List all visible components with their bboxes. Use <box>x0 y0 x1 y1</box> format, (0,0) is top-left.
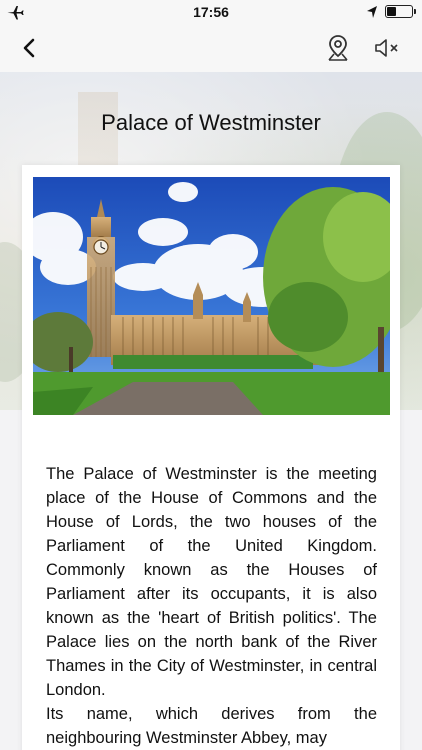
location-arrow-icon <box>367 6 377 18</box>
page-title: Palace of Westminster <box>101 110 321 135</box>
article-paragraph: The Palace of Westminster is the meeting… <box>46 465 377 699</box>
status-time: 17:56 <box>193 4 229 20</box>
article-body: The Palace of Westminster is the meeting… <box>46 462 377 750</box>
battery-icon <box>385 5 413 18</box>
speaker-muted-icon[interactable] <box>372 36 402 60</box>
battery-tip <box>414 9 416 14</box>
content-card: The Palace of Westminster is the meeting… <box>22 165 400 750</box>
map-pin-icon[interactable] <box>325 33 351 63</box>
landmark-photo <box>33 177 390 415</box>
status-bar: 17:56 <box>0 0 422 24</box>
back-chevron-icon[interactable] <box>16 34 44 62</box>
article-paragraph: Its name, which derives from the neighbo… <box>46 705 377 747</box>
nav-bar <box>0 24 422 72</box>
